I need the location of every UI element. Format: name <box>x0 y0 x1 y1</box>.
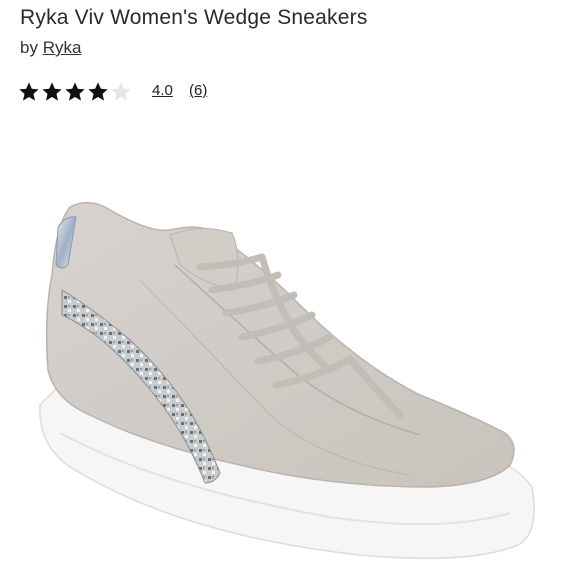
star-filled-icon <box>19 82 39 101</box>
review-count-link[interactable]: (6) <box>189 82 207 99</box>
brand-byline: by Ryka <box>20 38 81 58</box>
rating-row[interactable]: 4.0 (6) <box>18 78 207 106</box>
star-filled-icon <box>65 82 85 101</box>
brand-link[interactable]: Ryka <box>43 38 82 57</box>
product-page: Ryka Viv Women's Wedge Sneakers by Ryka … <box>0 0 579 580</box>
star-rating <box>18 81 133 103</box>
star-empty-icon <box>111 82 131 101</box>
rating-value-link[interactable]: 4.0 <box>152 82 173 99</box>
star-filled-icon <box>88 82 108 101</box>
product-title: Ryka Viv Women's Wedge Sneakers <box>20 6 368 29</box>
byline-prefix: by <box>20 38 38 57</box>
sneaker-product-image <box>39 201 535 560</box>
star-filled-icon <box>42 82 62 101</box>
